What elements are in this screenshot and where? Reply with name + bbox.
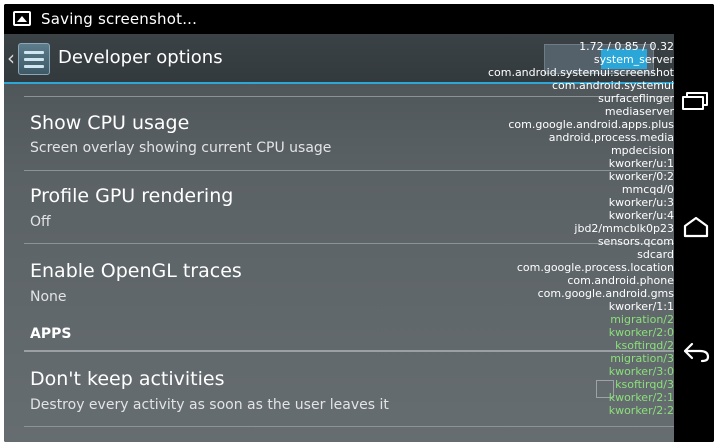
setting-summary: Screen overlay showing current CPU usage <box>30 140 332 156</box>
list-divider <box>24 426 674 427</box>
chevron-left-icon[interactable]: ‹ <box>7 48 15 68</box>
process-entry: migration/2 <box>610 313 674 326</box>
image-icon <box>13 11 31 26</box>
process-entry: com.google.android.gms <box>537 287 674 300</box>
process-entry: kworker/3:0 <box>608 365 674 378</box>
process-entry: sdcard <box>637 248 674 261</box>
process-entry: kworker/u:1 <box>608 157 674 170</box>
cpu-usage-overlay: 1.72 / 0.85 / 0.32 system_server com.andr… <box>488 40 674 417</box>
process-entry: com.android.phone <box>567 274 674 287</box>
process-entry: ksoftirqd/2 <box>615 339 674 352</box>
process-entry: mediaserver <box>604 105 674 118</box>
process-entry: android.process.media <box>548 131 674 144</box>
process-entry: kworker/2:0 <box>608 326 674 339</box>
process-entry: com.android.systemui:screenshot <box>487 66 674 79</box>
process-entry: kworker/2:2 <box>608 404 674 417</box>
setting-summary: Destroy every activity as soon as the us… <box>30 397 389 413</box>
device-screen: Saving screenshot... ‹ Developer options… <box>4 4 714 442</box>
status-bar: Saving screenshot... <box>4 4 714 34</box>
page-title: Developer options <box>58 47 223 68</box>
process-entry: sensors.qcom <box>597 235 674 248</box>
setting-title: Enable OpenGL traces <box>30 260 242 282</box>
process-entry: kworker/u:4 <box>608 209 674 222</box>
process-entry: migration/3 <box>610 352 674 365</box>
setting-title: Show CPU usage <box>30 112 190 134</box>
section-header-apps: APPS <box>30 326 72 342</box>
cpu-load-average: 1.72 / 0.85 / 0.32 <box>579 40 674 53</box>
settings-sliders-icon[interactable] <box>18 43 50 75</box>
back-arrow-icon[interactable] <box>682 339 710 365</box>
process-entry: surfaceflinger <box>598 92 674 105</box>
process-entry: mpdecision <box>610 144 674 157</box>
process-entry: com.android.systemui <box>551 79 674 92</box>
process-entry: kworker/2:1 <box>608 391 674 404</box>
process-list: system_server com.android.systemui:screen… <box>488 53 674 417</box>
process-entry: kworker/0:2 <box>608 170 674 183</box>
process-entry: ksoftirqd/3 <box>615 378 674 391</box>
setting-title: Profile GPU rendering <box>30 185 234 207</box>
recents-icon[interactable] <box>682 88 710 114</box>
process-entry: mmcqd/0 <box>621 183 674 196</box>
process-entry: jbd2/mmcblk0p23 <box>574 222 674 235</box>
setting-summary: None <box>30 289 67 305</box>
setting-summary: Off <box>30 214 51 230</box>
status-notification-text: Saving screenshot... <box>41 10 198 28</box>
navigation-bar <box>674 34 714 442</box>
process-entry: system_server <box>593 53 674 66</box>
process-entry: com.google.android.apps.plus <box>508 118 674 131</box>
process-entry: com.google.process.location <box>516 261 674 274</box>
process-entry: kworker/1:1 <box>608 300 674 313</box>
process-entry: kworker/u:3 <box>608 196 674 209</box>
setting-title: Don't keep activities <box>30 368 225 390</box>
home-icon[interactable] <box>682 214 710 240</box>
